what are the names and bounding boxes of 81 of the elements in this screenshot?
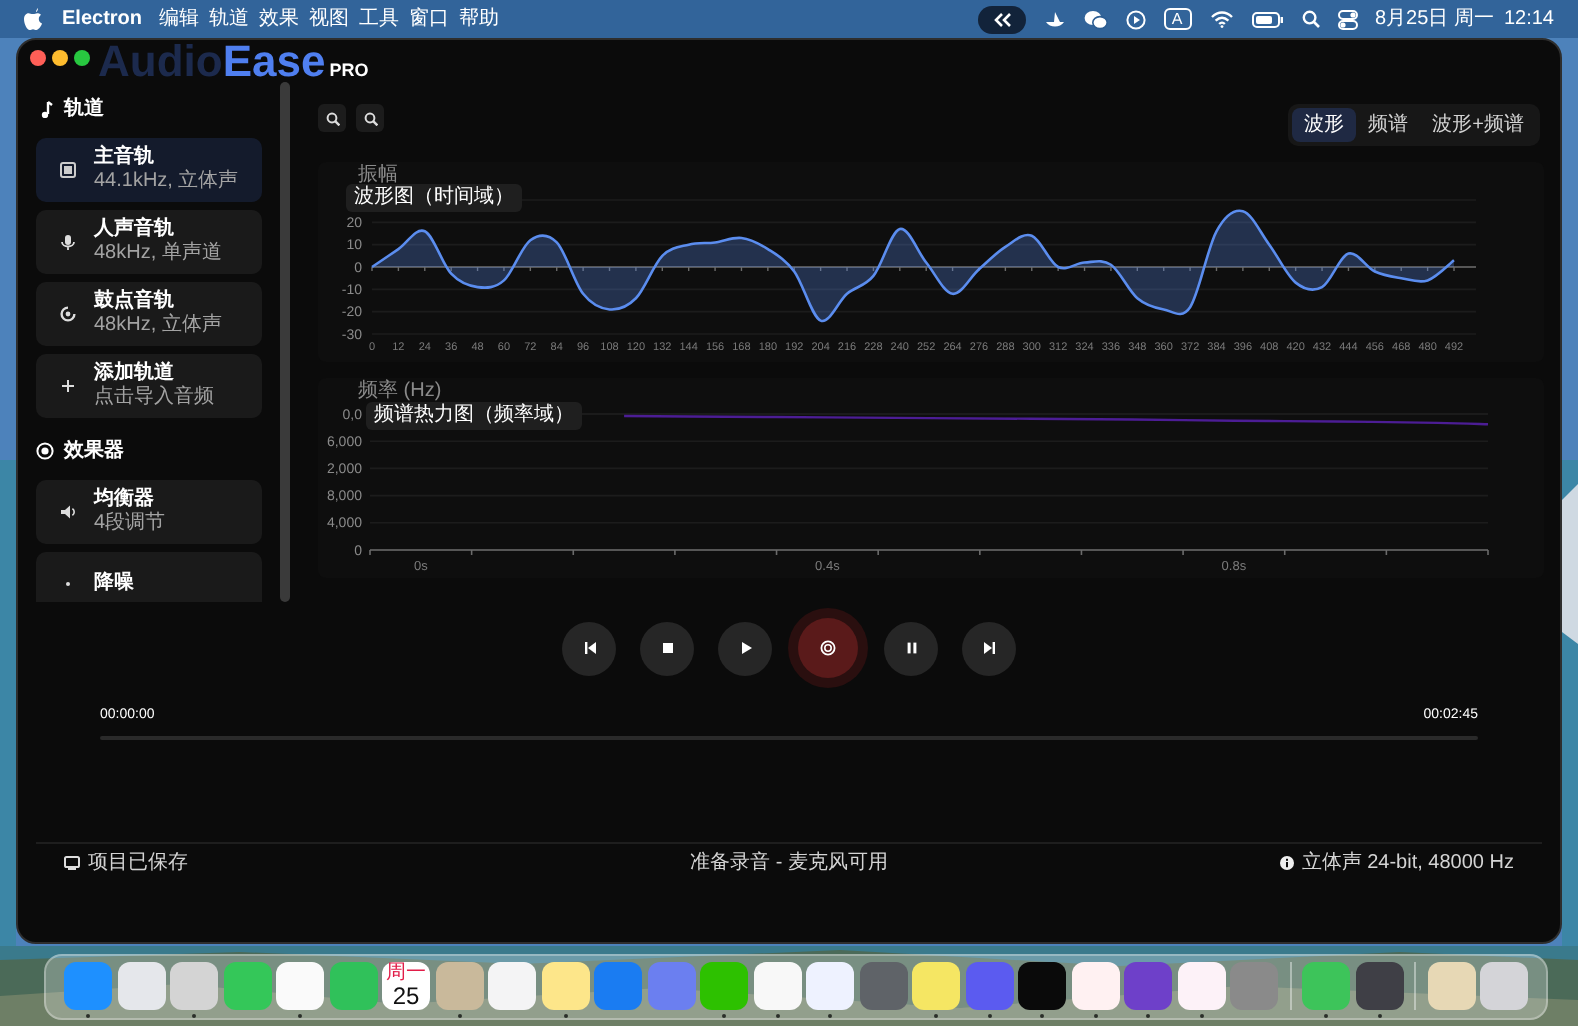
battery-icon <box>1251 11 1283 27</box>
track-item[interactable]: 人声音轨 48kHz, 单声道 <box>36 210 262 274</box>
play-icon <box>737 640 753 656</box>
apple-icon <box>24 8 42 30</box>
view-tab[interactable]: 频谱 <box>1356 108 1421 142</box>
zoom-in-button[interactable] <box>318 104 346 132</box>
record-button[interactable] <box>788 608 868 688</box>
double-chevron-icon <box>991 11 1011 27</box>
search-icon <box>1301 10 1319 28</box>
close-button[interactable] <box>30 50 46 66</box>
app-icon[interactable] <box>753 962 801 1010</box>
track-item[interactable]: 主音轨 44.1kHz, 立体声 <box>36 138 262 202</box>
app-menu[interactable]: Electron <box>62 4 143 34</box>
info-icon <box>1279 856 1294 870</box>
app-icon[interactable] <box>1355 962 1403 1010</box>
app-icon[interactable] <box>1018 962 1066 1010</box>
app-icon[interactable] <box>541 962 589 1010</box>
chart-title: 波形图（时间域） <box>346 184 522 212</box>
record-icon <box>820 640 836 656</box>
calendar-app-icon[interactable]: 周一 25 <box>382 962 430 1010</box>
track-item[interactable]: 均衡器 4段调节 <box>36 480 262 544</box>
skip-back-button[interactable] <box>562 621 616 675</box>
music-note-icon <box>36 99 54 117</box>
status-text: 项目已保存 <box>88 850 188 878</box>
track-item[interactable]: 鼓点音轨 48kHz, 立体声 <box>36 282 262 346</box>
menu-item[interactable]: 窗口 <box>409 4 450 34</box>
section-title: 效果器 <box>64 437 124 465</box>
view-tab[interactable]: 波形 <box>1292 108 1357 142</box>
app-icon[interactable] <box>117 962 165 1010</box>
app-icon[interactable] <box>276 962 324 1010</box>
section-title: 轨道 <box>64 95 104 123</box>
view-tab[interactable]: 波形+频谱 <box>1420 108 1536 142</box>
menu-item[interactable]: 帮助 <box>459 4 500 34</box>
chart-title: 频谱热力图（频率域） <box>366 402 582 430</box>
monitor-icon <box>64 856 80 870</box>
scrollbar[interactable] <box>280 82 290 602</box>
toggles-icon <box>1337 9 1357 29</box>
menu-item[interactable]: 效果 <box>259 4 300 34</box>
track-item[interactable]: 降噪 <box>36 552 262 602</box>
menu-item[interactable]: 工具 <box>359 4 400 34</box>
menu-bar-date: 8月25日 周一 <box>1375 6 1494 34</box>
minimize-button[interactable] <box>52 50 68 66</box>
dot-icon <box>60 576 76 592</box>
sail-icon <box>1043 9 1065 29</box>
track-item[interactable]: 添加轨道 点击导入音频 <box>36 354 262 418</box>
status-text: 准备录音 - 麦克风可用 <box>690 849 888 878</box>
target-icon <box>36 441 54 459</box>
stop-icon <box>659 640 675 656</box>
menu-item[interactable]: 轨道 <box>209 4 250 34</box>
app-icon[interactable] <box>806 962 854 1010</box>
microphone-icon <box>60 234 76 250</box>
zoom-in-icon <box>325 111 339 125</box>
chat-icon <box>1083 9 1107 29</box>
circle-arrow-icon <box>60 306 76 322</box>
zoom-button[interactable] <box>74 50 90 66</box>
app-icon[interactable] <box>1177 962 1225 1010</box>
menu-bar-clock: 12:14 <box>1503 6 1554 34</box>
axis-title: 振幅 <box>358 164 398 186</box>
skip-back-icon <box>581 640 597 656</box>
pause-button[interactable] <box>884 621 938 675</box>
app-icon[interactable] <box>1071 962 1119 1010</box>
pause-icon <box>903 640 919 656</box>
zoom-out-button[interactable] <box>356 104 384 132</box>
speaker-icon <box>60 504 76 520</box>
plus-icon <box>60 378 76 394</box>
collapse-button[interactable] <box>977 5 1025 33</box>
play-circle-icon <box>1125 9 1145 29</box>
menu-item[interactable]: 视图 <box>309 4 350 34</box>
square-icon <box>60 162 76 178</box>
menu-item[interactable]: 编辑 <box>159 4 200 34</box>
wifi-icon <box>1209 10 1233 28</box>
app-logo: AudioEase PRO <box>98 40 369 90</box>
app-icon[interactable] <box>488 962 536 1010</box>
stop-button[interactable] <box>640 621 694 675</box>
zoom-out-icon <box>363 111 377 125</box>
input-source-indicator[interactable]: A <box>1163 8 1191 30</box>
skip-forward-button[interactable] <box>962 621 1016 675</box>
skip-forward-icon <box>981 640 997 656</box>
status-text: 立体声 24-bit, 48000 Hz <box>1301 849 1514 878</box>
play-button[interactable] <box>718 621 772 675</box>
axis-title: 频率 (Hz) <box>358 380 442 402</box>
